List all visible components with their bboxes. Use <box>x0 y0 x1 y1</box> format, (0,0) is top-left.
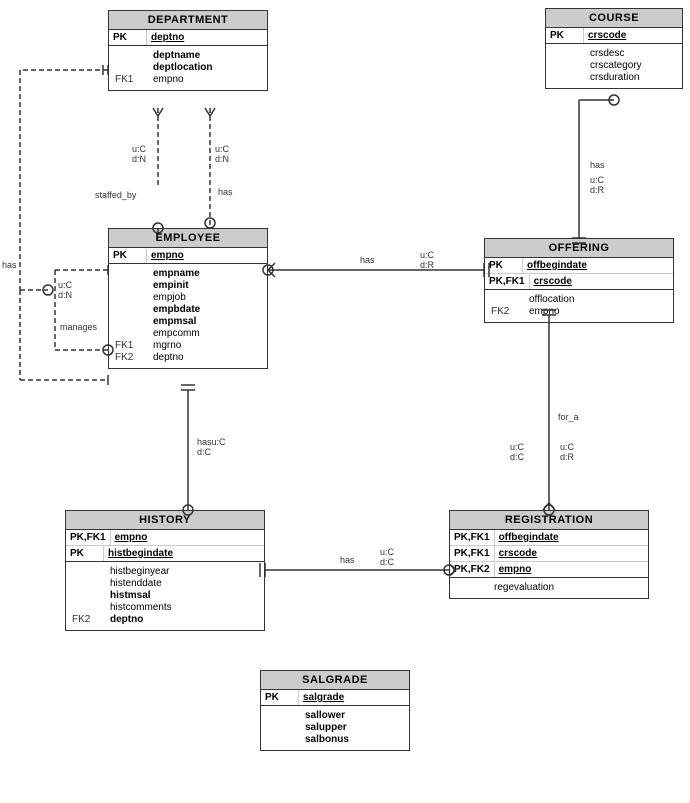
crow1a <box>153 108 158 116</box>
label-staffed-by: staffed_by <box>95 190 137 200</box>
reg-pk2-field: crscode <box>495 546 541 561</box>
label-uC-dR-off1: u:C <box>420 250 435 260</box>
history-pk2-label: PK <box>66 546 104 561</box>
offering-pk2-label: PK,FK1 <box>485 274 530 289</box>
label-for-a: for_a <box>558 412 579 422</box>
entity-offering: OFFERING PK offbegindate PK,FK1 crscode … <box>484 238 674 323</box>
label-dC-hist: d:C <box>197 447 212 457</box>
entity-department: DEPARTMENT PK deptno deptname deptlocati… <box>108 10 268 91</box>
entity-history-title: HISTORY <box>66 511 264 530</box>
label-uC-dR-course: u:C <box>590 175 605 185</box>
salgrade-pk-field: salgrade <box>299 690 348 705</box>
entity-employee-title: EMPLOYEE <box>109 229 267 248</box>
employee-attrs: empname empinit empjob empbdate empmsal … <box>109 264 267 368</box>
offering-pk2-field: crscode <box>530 274 576 289</box>
label-has-course-off: has <box>590 160 605 170</box>
crow-reg-b <box>549 503 555 510</box>
department-attrs: deptname deptlocation FK1empno <box>109 46 267 90</box>
employee-pk-field: empno <box>147 248 188 263</box>
entity-salgrade: SALGRADE PK salgrade sallower salupper s… <box>260 670 410 751</box>
label-has-hist-reg: has <box>340 555 355 565</box>
entity-department-title: DEPARTMENT <box>109 11 267 30</box>
label-hasu-dC: hasu:C <box>197 437 226 447</box>
salgrade-pk-label: PK <box>261 690 299 705</box>
label-dR-course: d:R <box>590 185 605 195</box>
entity-history: HISTORY PK,FK1 empno PK histbegindate hi… <box>65 510 265 631</box>
entity-registration: REGISTRATION PK,FK1 offbegindate PK,FK1 … <box>449 510 649 599</box>
label-uC-dN-2: u:C <box>215 144 230 154</box>
department-pk-label: PK <box>109 30 147 45</box>
reg-pk1-field: offbegindate <box>495 530 563 545</box>
reg-pk2-label: PK,FK1 <box>450 546 495 561</box>
history-pk1-field: empno <box>111 530 152 545</box>
label-uC-dN-manages: u:C <box>58 280 73 290</box>
reg-pk1-label: PK,FK1 <box>450 530 495 545</box>
offering-pk1-label: PK <box>485 258 523 273</box>
history-attrs: histbeginyear histenddate histmsal histc… <box>66 562 264 630</box>
circle-outer <box>43 285 53 295</box>
entity-employee: EMPLOYEE PK empno empname empinit empjob… <box>108 228 268 369</box>
circle-course-off <box>609 95 619 105</box>
history-pk2-field: histbegindate <box>104 546 177 561</box>
crow2a <box>205 108 210 116</box>
label-has-left: has <box>2 260 17 270</box>
crow-emp-off-a <box>268 263 275 270</box>
employee-pk-label: PK <box>109 248 147 263</box>
course-attrs: crsdesc crscategory crsduration <box>546 44 682 88</box>
history-pk1-label: PK,FK1 <box>66 530 111 545</box>
registration-attrs: regevaluation <box>450 578 648 598</box>
crow-reg-a <box>543 503 549 510</box>
label-uC-dN-1: u:C <box>132 144 147 154</box>
entity-course: COURSE PK crscode crsdesc crscategory cr… <box>545 8 683 89</box>
department-pk-field: deptno <box>147 30 188 45</box>
entity-registration-title: REGISTRATION <box>450 511 648 530</box>
label-has-dept-emp: has <box>218 187 233 197</box>
offering-pk1-field: offbegindate <box>523 258 591 273</box>
label-dN-2: d:N <box>215 154 229 164</box>
label-dN-manages: d:N <box>58 290 72 300</box>
entity-course-title: COURSE <box>546 9 682 28</box>
reg-pk3-field: empno <box>495 562 536 577</box>
reg-pk3-label: PK,FK2 <box>450 562 495 577</box>
label-dN-1: d:N <box>132 154 146 164</box>
offering-attrs: offlocation FK2empno <box>485 290 673 322</box>
circle-has-emp <box>205 218 215 228</box>
label-uC-dR-reg: u:C <box>560 442 575 452</box>
salgrade-attrs: sallower salupper salbonus <box>261 706 409 750</box>
entity-offering-title: OFFERING <box>485 239 673 258</box>
crow2b <box>210 108 215 116</box>
course-pk-label: PK <box>546 28 584 43</box>
label-dC-off: d:C <box>510 452 525 462</box>
label-has-emp-off: has <box>360 255 375 265</box>
label-manages: manages <box>60 322 98 332</box>
label-uC-dC-off: u:C <box>510 442 525 452</box>
diagram: DEPARTMENT PK deptno deptname deptlocati… <box>0 0 690 803</box>
crow1b <box>158 108 163 116</box>
label-dC-reg: d:C <box>380 557 395 567</box>
crow-emp-off-b <box>268 270 275 277</box>
label-dR-off1: d:R <box>420 260 435 270</box>
label-dR-reg: d:R <box>560 452 575 462</box>
entity-salgrade-title: SALGRADE <box>261 671 409 690</box>
label-uC-dC-reg: u:C <box>380 547 395 557</box>
course-pk-field: crscode <box>584 28 630 43</box>
